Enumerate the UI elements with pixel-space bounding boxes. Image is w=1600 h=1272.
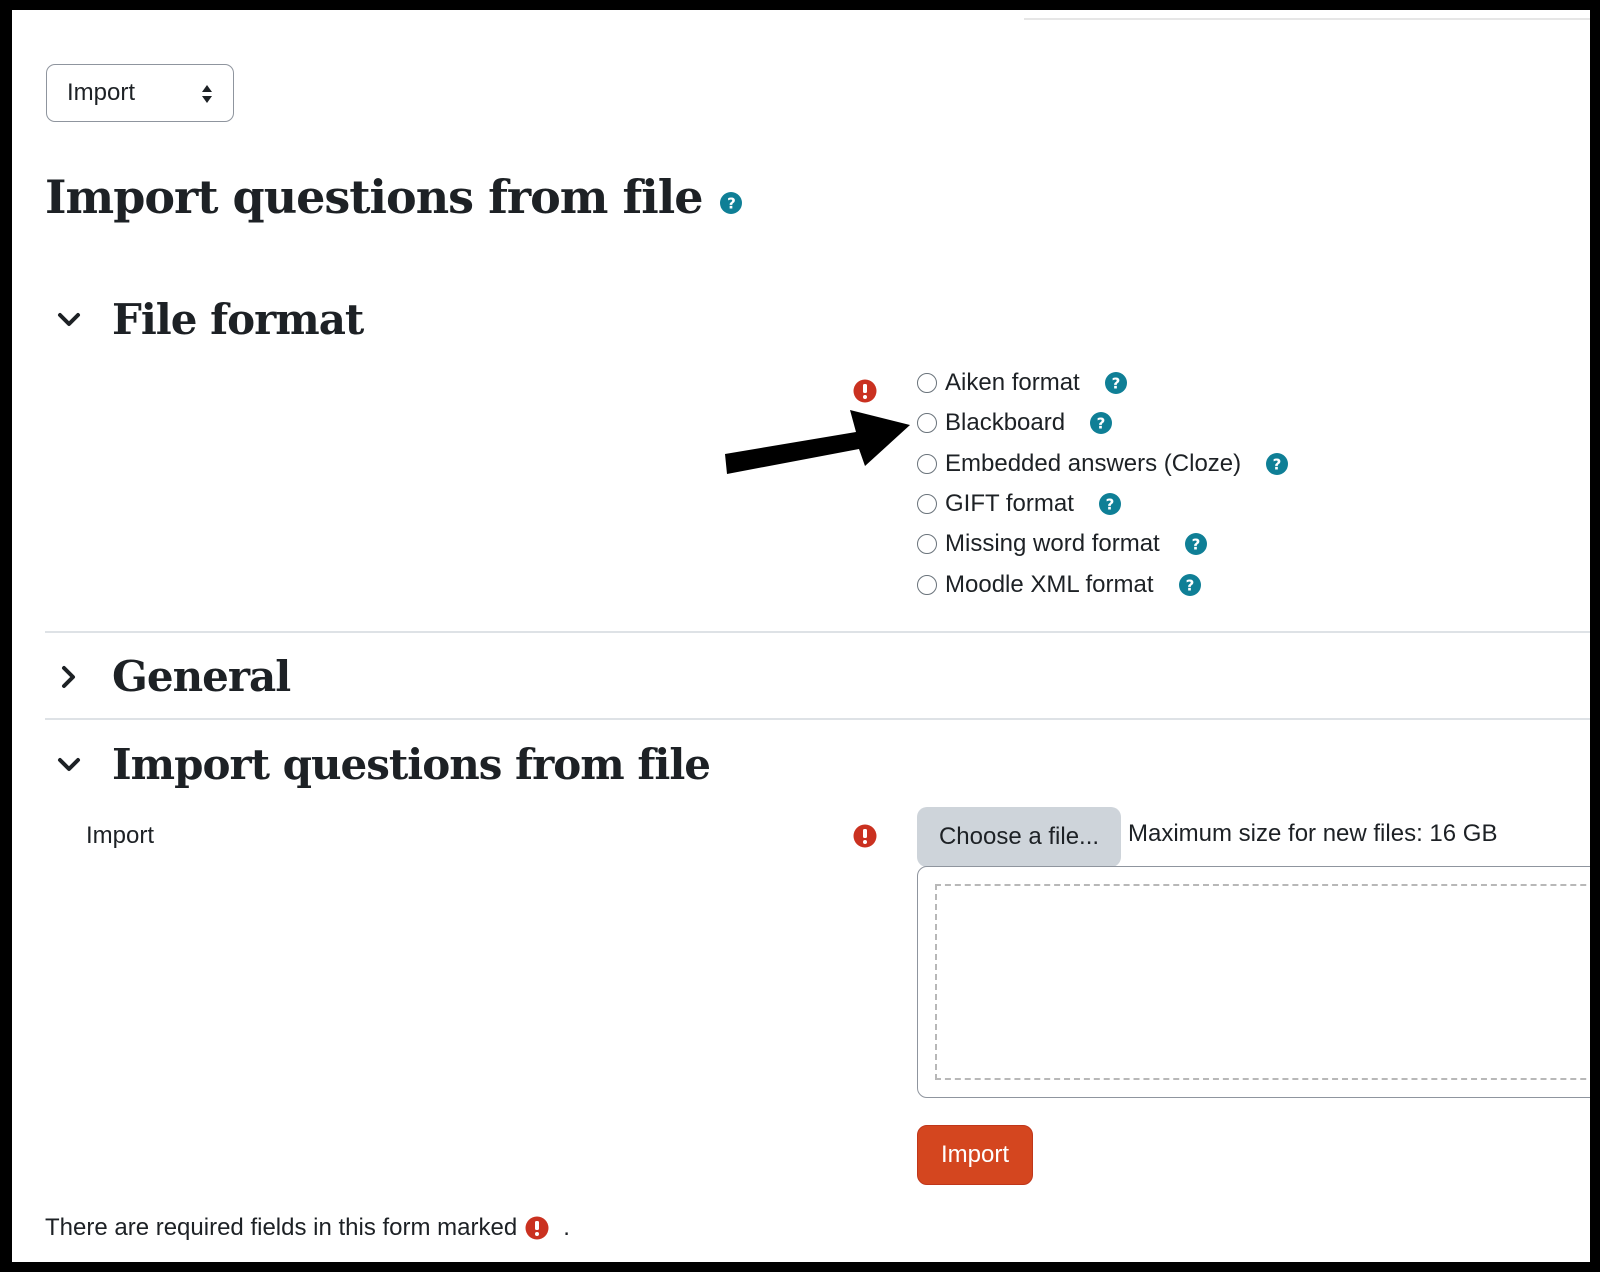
chevron-right-icon (62, 665, 75, 688)
option-label: GIFT format (945, 490, 1074, 517)
section-divider (45, 718, 1590, 720)
section-import-file-toggle[interactable]: Import questions from file (56, 740, 711, 789)
chevron-down-icon (58, 757, 80, 771)
action-select[interactable]: Import (46, 64, 234, 122)
option-label: Missing word format (945, 530, 1160, 557)
help-icon[interactable]: ? (719, 191, 743, 215)
help-icon[interactable]: ? (1184, 532, 1208, 556)
page-title: Import questions from file ? (45, 170, 743, 224)
radio-cloze[interactable] (917, 454, 937, 474)
radio-moodle-xml[interactable] (917, 575, 937, 595)
radio-blackboard[interactable] (917, 413, 937, 433)
help-icon[interactable]: ? (1265, 452, 1289, 476)
max-file-size-text: Maximum size for new files: 16 GB (1128, 820, 1498, 847)
file-drop-zone[interactable] (917, 866, 1590, 1098)
section-file-format-toggle[interactable]: File format (56, 295, 364, 344)
svg-text:?: ? (1273, 456, 1282, 474)
required-fields-note: There are required fields in this form m… (45, 1214, 570, 1242)
svg-text:?: ? (728, 195, 736, 213)
option-label: Aiken format (945, 369, 1080, 396)
required-note-end: . (563, 1214, 570, 1241)
radio-gift[interactable] (917, 494, 937, 514)
svg-text:?: ? (1191, 536, 1200, 554)
format-option-missing-word[interactable]: Missing word format ? (917, 528, 1208, 560)
format-option-aiken[interactable]: Aiken format ? (917, 367, 1128, 399)
section-general-title: General (112, 652, 291, 701)
help-icon[interactable]: ? (1178, 573, 1202, 597)
format-option-gift[interactable]: GIFT format ? (917, 488, 1122, 520)
page-frame: Import Import questions from file ? File… (12, 10, 1590, 1262)
help-icon[interactable]: ? (1089, 411, 1113, 435)
svg-text:?: ? (1106, 496, 1115, 514)
import-button[interactable]: Import (917, 1125, 1033, 1185)
section-file-format-title: File format (112, 295, 364, 344)
chevron-down-icon (58, 312, 80, 326)
format-option-cloze[interactable]: Embedded answers (Cloze) ? (917, 448, 1289, 480)
action-select-value: Import (67, 79, 136, 106)
radio-missing-word[interactable] (917, 534, 937, 554)
svg-text:?: ? (1111, 375, 1120, 393)
format-option-moodle-xml[interactable]: Moodle XML format ? (917, 569, 1202, 601)
svg-text:?: ? (1185, 577, 1194, 595)
option-label: Embedded answers (Cloze) (945, 450, 1242, 477)
required-icon (525, 1216, 549, 1240)
radio-aiken[interactable] (917, 373, 937, 393)
required-icon (853, 379, 877, 403)
help-icon[interactable]: ? (1098, 492, 1122, 516)
select-arrows-icon (202, 85, 212, 103)
option-label: Blackboard (945, 409, 1066, 436)
drop-zone-dashed-area (935, 884, 1590, 1080)
required-note-text: There are required fields in this form m… (45, 1214, 518, 1241)
top-divider (1024, 18, 1590, 20)
section-divider (45, 631, 1590, 633)
choose-file-button[interactable]: Choose a file... (917, 807, 1121, 867)
option-label: Moodle XML format (945, 571, 1154, 598)
section-import-file-title: Import questions from file (112, 740, 711, 789)
help-icon[interactable]: ? (1104, 371, 1128, 395)
format-option-blackboard[interactable]: Blackboard ? (917, 407, 1113, 439)
page-title-text: Import questions from file (45, 170, 703, 224)
required-icon (853, 824, 877, 848)
section-general-toggle[interactable]: General (56, 652, 291, 701)
annotation-arrow-icon (725, 410, 910, 474)
svg-text:?: ? (1097, 415, 1106, 433)
import-field-label: Import (86, 822, 155, 849)
